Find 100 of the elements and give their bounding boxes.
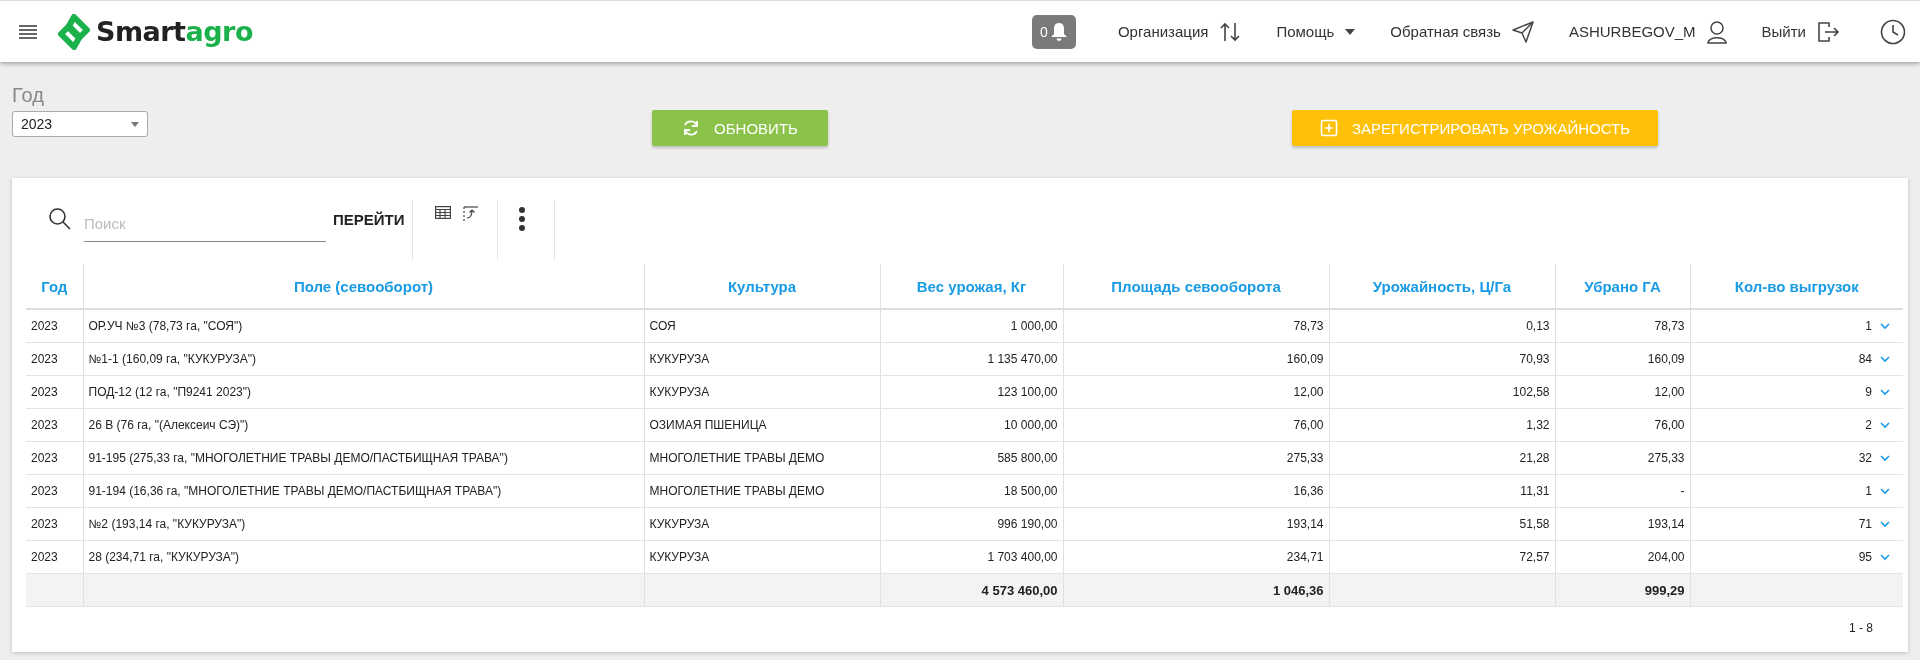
notifications-button[interactable]: 0 xyxy=(1031,14,1076,49)
table-cell: 2023 xyxy=(31,517,58,531)
user-icon[interactable] xyxy=(1705,19,1728,44)
table-cell: 72,57 xyxy=(1519,550,1550,564)
chevron-down-icon[interactable] xyxy=(1880,322,1890,330)
search-icon xyxy=(48,207,72,231)
table-cell: 2023 xyxy=(31,550,58,564)
table-cell: 16,36 xyxy=(1293,484,1324,498)
table-cell: №2 (193,14 га, "КУКУРУЗА") xyxy=(88,517,246,531)
paper-plane-icon[interactable] xyxy=(1510,19,1535,44)
table-cell: 585 800,00 xyxy=(997,451,1058,465)
caret-down-icon[interactable] xyxy=(1344,27,1357,36)
chevron-down-icon[interactable] xyxy=(1880,388,1890,396)
column-header[interactable]: Площадь севооборота xyxy=(1063,264,1329,309)
table-cell: КУКУРУЗА xyxy=(649,550,710,564)
total-cell: 1 046,36 xyxy=(1272,582,1324,598)
total-cell: 999,29 xyxy=(1644,582,1685,598)
column-header[interactable]: Год xyxy=(26,264,83,309)
table-cell: 28 (234,71 га, "КУКУРУЗА") xyxy=(88,550,240,564)
table-cell: 2023 xyxy=(31,451,58,465)
table-cell: 71 xyxy=(1858,517,1872,531)
column-header[interactable]: Урожайность, Ц/Га xyxy=(1329,264,1555,309)
clock-icon[interactable] xyxy=(1880,18,1906,45)
table-cell: 193,14 xyxy=(1286,517,1324,531)
table-icon[interactable] xyxy=(434,206,451,219)
table-cell: №1-1 (160,09 га, "КУКУРУЗА") xyxy=(88,352,256,366)
table-cell: 160,09 xyxy=(1286,352,1324,366)
more-options-icon[interactable] xyxy=(517,206,526,232)
table-cell: 275,33 xyxy=(1647,451,1685,465)
year-label: Год xyxy=(12,84,45,107)
table-cell: 78,73 xyxy=(1293,319,1324,333)
nav-link[interactable]: Помощь xyxy=(1276,23,1335,40)
chevron-down-icon[interactable] xyxy=(1880,355,1890,363)
logout-icon[interactable] xyxy=(1816,19,1840,44)
table-cell: 1 xyxy=(1865,319,1872,333)
table-cell: - xyxy=(1680,484,1685,498)
table-cell: КУКУРУЗА xyxy=(649,517,710,531)
table-cell: ОЗИМАЯ ПШЕНИЦА xyxy=(649,418,767,432)
table-cell: 76,00 xyxy=(1293,418,1324,432)
chevron-down-icon[interactable] xyxy=(1880,454,1890,462)
year-select[interactable]: 2023 xyxy=(12,111,148,137)
chevron-down-icon[interactable] xyxy=(1880,553,1890,561)
column-header[interactable]: Вес урожая, Кг xyxy=(880,264,1063,309)
column-header[interactable]: Поле (севооборот) xyxy=(83,264,644,309)
chevron-down-icon[interactable] xyxy=(1880,487,1890,495)
go-button[interactable]: ПЕРЕЙТИ xyxy=(326,210,412,228)
table-cell: КУКУРУЗА xyxy=(649,352,710,366)
table-cell: 18 500,00 xyxy=(1004,484,1058,498)
table-cell: 2023 xyxy=(31,319,58,333)
chevron-down-icon[interactable] xyxy=(1880,421,1890,429)
menu-icon[interactable] xyxy=(18,23,38,40)
table-cell: 95 xyxy=(1858,550,1872,564)
column-header[interactable]: Кол-во выгрузок xyxy=(1690,264,1903,309)
chevron-down-icon[interactable] xyxy=(1880,520,1890,528)
total-cell: 4 573 460,00 xyxy=(981,582,1058,598)
table-cell: 123 100,00 xyxy=(997,385,1058,399)
table-cell: МНОГОЛЕТНИЕ ТРАВЫ ДЕМО xyxy=(649,451,825,465)
pagination-range: 1 - 8 xyxy=(1849,621,1873,635)
table-cell: 2023 xyxy=(31,352,58,366)
table-cell: 2 xyxy=(1865,418,1872,432)
table-cell: 91-195 (275,33 га, "МНОГОЛЕТНИЕ ТРАВЫ ДЕМО/ПАСТБИЩНАЯ ТРАВА") xyxy=(88,451,508,465)
table-cell: 2023 xyxy=(31,484,58,498)
export-icon[interactable] xyxy=(462,206,479,222)
nav-link[interactable]: Обратная связь xyxy=(1390,23,1501,40)
table-cell: 193,14 xyxy=(1647,517,1685,531)
table-cell: 26 В (76 га, "(Алексеич СЭ)") xyxy=(88,418,249,432)
table-cell: 10 000,00 xyxy=(1004,418,1058,432)
table-cell: 1 703 400,00 xyxy=(987,550,1058,564)
table-cell: МНОГОЛЕТНИЕ ТРАВЫ ДЕМО xyxy=(649,484,825,498)
caret-down-icon xyxy=(131,121,139,127)
column-header[interactable]: Культура xyxy=(644,264,880,309)
table-cell: 76,00 xyxy=(1654,418,1685,432)
refresh-button[interactable]: ОБНОВИТЬ xyxy=(652,110,828,146)
nav-link[interactable]: Выйти xyxy=(1761,23,1806,40)
table-cell: 51,58 xyxy=(1519,517,1550,531)
table-cell: 2023 xyxy=(31,385,58,399)
table-cell: 70,93 xyxy=(1519,352,1550,366)
table-cell: 91-194 (16,36 га, "МНОГОЛЕТНИЕ ТРАВЫ ДЕМО/ПАСТБИЩНАЯ ТРАВА") xyxy=(88,484,502,498)
table-cell: 84 xyxy=(1858,352,1872,366)
refresh-icon xyxy=(682,119,701,137)
logo-text: Smartagro xyxy=(96,16,253,47)
bell-icon xyxy=(1049,21,1068,42)
table-cell: 996 190,00 xyxy=(997,517,1058,531)
table-cell: 234,71 xyxy=(1286,550,1324,564)
table-cell: 11,31 xyxy=(1520,484,1550,498)
column-header[interactable]: Убрано ГА xyxy=(1555,264,1690,309)
table-cell: 1 xyxy=(1865,484,1872,498)
table-cell: 78,73 xyxy=(1654,319,1685,333)
table-cell: 1 135 470,00 xyxy=(987,352,1058,366)
logo-icon xyxy=(56,13,92,50)
table-cell: 275,33 xyxy=(1286,451,1324,465)
table-cell: ПОД-12 (12 га, "П9241 2023") xyxy=(88,385,251,399)
table-cell: 9 xyxy=(1865,385,1872,399)
register-button[interactable]: ЗАРЕГИСТРИРОВАТЬ УРОЖАЙНОСТЬ xyxy=(1292,110,1658,146)
table-cell: 1,32 xyxy=(1526,418,1550,432)
nav-link[interactable]: ASHURBEGOV_M xyxy=(1568,23,1696,40)
table-cell: ОР.УЧ №3 (78,73 га, "СОЯ") xyxy=(88,319,243,333)
nav-link[interactable]: Организация xyxy=(1117,23,1209,40)
table-cell: 2023 xyxy=(31,418,58,432)
table-cell: СОЯ xyxy=(649,319,676,333)
